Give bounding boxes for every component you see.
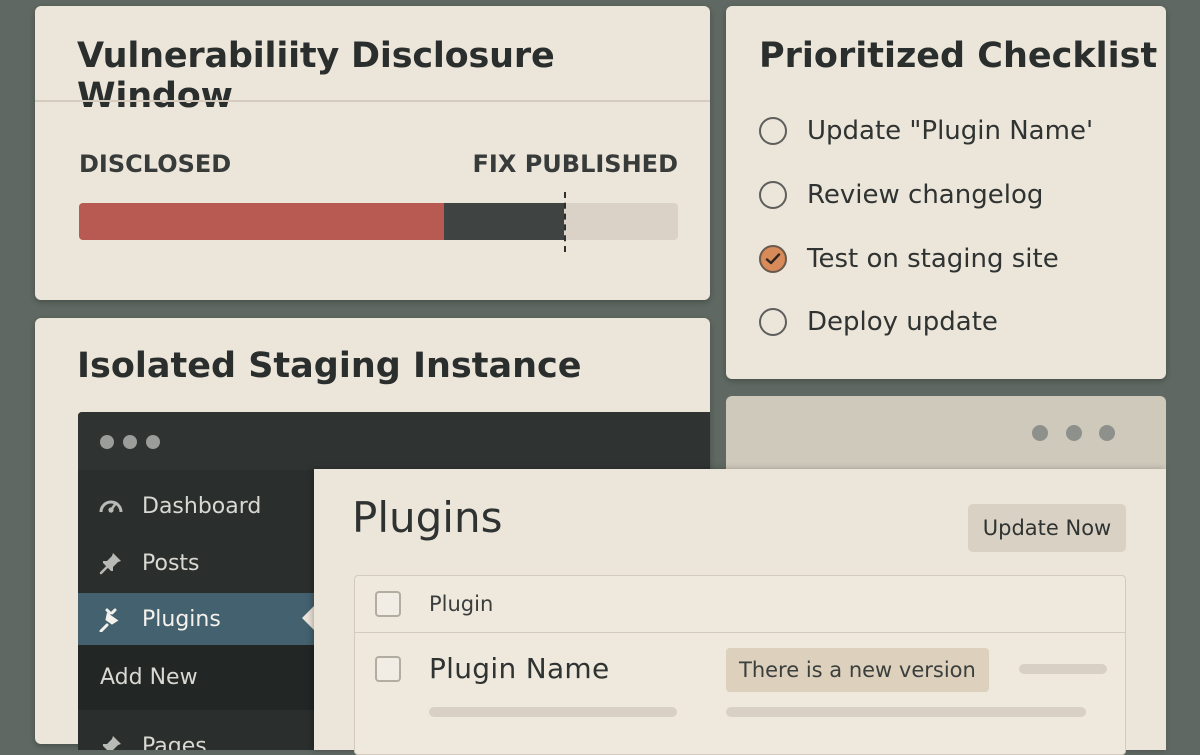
window-dot-icon [123,435,137,449]
window-dot-icon [1032,425,1048,441]
divider [35,100,710,102]
window-dot-icon [100,435,114,449]
select-all-checkbox[interactable] [375,591,401,617]
sidebar-subitem-add-new[interactable]: Add New [78,645,314,710]
sidebar-item-label: Add New [100,665,198,690]
update-notice-badge: There is a new version [726,648,989,692]
active-menu-indicator [302,606,314,630]
checkbox-circle-icon[interactable] [759,308,787,336]
sidebar-item-label: Posts [142,550,200,576]
checklist-title: Prioritized Checklist [759,36,1158,76]
page-title: Plugins [352,493,503,542]
table-header: Plugin [355,576,1125,633]
window-titlebar [78,412,710,470]
checklist-item-label: Update "Plugin Name' [807,116,1094,146]
checklist-item[interactable]: Test on staging site [759,242,1059,276]
sidebar-item-plugins[interactable]: Plugins [78,593,314,645]
staging-title: Isolated Staging Instance [77,346,582,386]
window-dot-icon [1099,425,1115,441]
browser-window-titlebar [726,396,1166,476]
checklist-item-label: Test on staging site [807,244,1059,274]
placeholder-line [429,707,677,717]
sidebar-item-dashboard[interactable]: Dashboard [78,480,314,532]
window-dot-icon [146,435,160,449]
checkbox-circle-icon[interactable] [759,117,787,145]
disclosed-label: DISCLOSED [79,150,232,178]
pushpin-icon [96,551,126,575]
fix-published-marker [564,192,567,252]
checkmark-icon [765,253,781,265]
sidebar-item-pages[interactable]: Pages [78,720,314,750]
checklist-item[interactable]: Review changelog [759,178,1043,212]
checklist-item-label: Deploy update [807,307,998,337]
pages-icon [96,734,126,750]
fix-published-label: FIX PUBLISHED [472,150,678,178]
disclosure-window-card: Vulnerabiliity Disclosure Window DISCLOS… [35,6,710,300]
checked-circle-icon[interactable] [759,245,787,273]
placeholder-line [1019,664,1107,674]
placeholder-line [726,707,1086,717]
checklist-item[interactable]: Update "Plugin Name' [759,114,1093,148]
disclosed-segment [79,203,445,240]
checkbox-circle-icon[interactable] [759,181,787,209]
admin-sidebar: Dashboard Posts Plugins Add New Pages [78,470,314,750]
plugins-page: Plugins Update Now Plugin Plugin Name Th… [314,469,1166,755]
checklist-item[interactable]: Deploy update [759,305,998,339]
disclosure-title: Vulnerabiliity Disclosure Window [77,36,555,116]
plug-icon [96,606,126,632]
pending-segment [444,203,565,240]
disclosure-timeline-bar [79,203,678,240]
row-checkbox[interactable] [375,656,401,682]
sidebar-item-label: Plugins [142,606,221,632]
checklist-card: Prioritized Checklist Update "Plugin Nam… [726,6,1166,379]
plugins-table: Plugin Plugin Name There is a new versio… [354,575,1126,755]
checklist-item-label: Review changelog [807,180,1044,210]
sidebar-item-label: Pages [142,733,207,751]
update-now-button[interactable]: Update Now [968,504,1126,552]
window-dot-icon [1066,425,1082,441]
plugin-name[interactable]: Plugin Name [429,652,610,685]
column-header-plugin: Plugin [429,592,494,616]
sidebar-item-posts[interactable]: Posts [78,537,314,589]
dashboard-gauge-icon [96,494,126,518]
sidebar-item-label: Dashboard [142,493,262,519]
